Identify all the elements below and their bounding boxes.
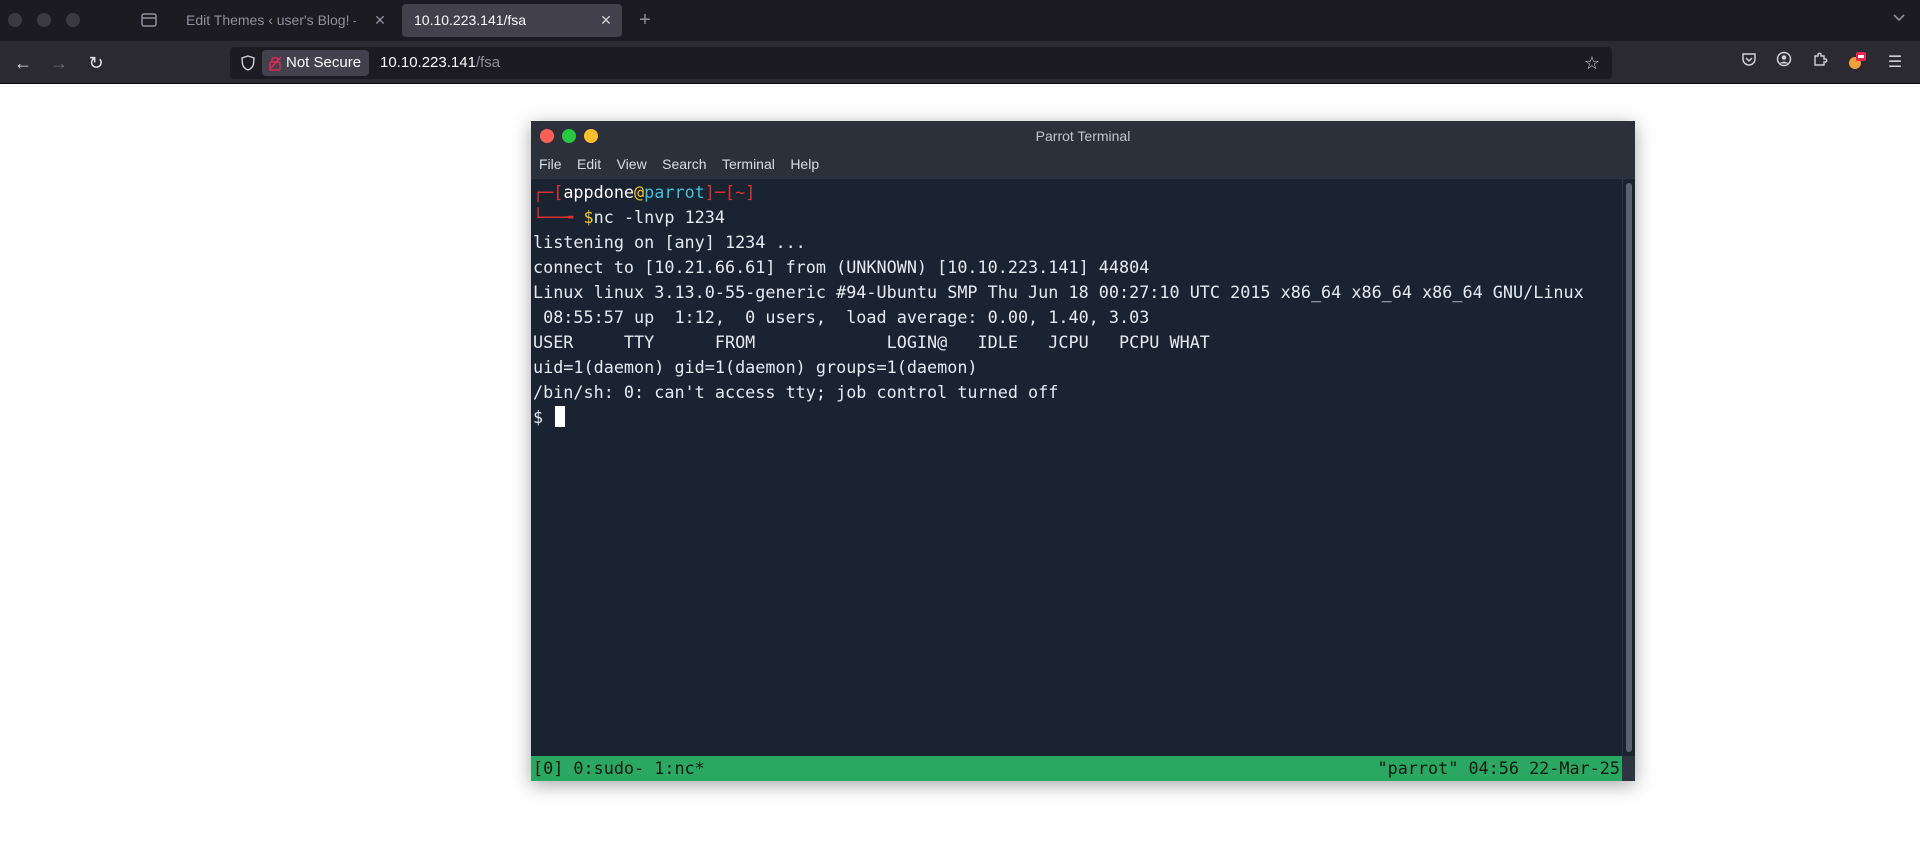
browser-nav-bar: ← → ↻ Not Secure 10.10.223.141/fsa ☆ ☰	[0, 41, 1920, 84]
window-maximize-dot[interactable]	[66, 13, 80, 27]
tab-title: Edit Themes ‹ user's Blog! —	[186, 12, 356, 28]
url-host: 10.10.223.141	[380, 54, 476, 71]
text-cursor	[555, 406, 566, 427]
output-line: listening on [any] 1234 ...	[533, 232, 806, 252]
back-arrow-icon[interactable]: ←	[11, 51, 35, 75]
output-line: USER TTY FROM LOGIN@ IDLE JCPU PCPU WHAT	[533, 332, 1210, 352]
prompt-separator: ]─[	[704, 182, 736, 202]
shell-prompt-line: $	[533, 405, 566, 430]
not-secure-label: Not Secure	[286, 54, 362, 71]
insecure-lock-icon	[268, 56, 282, 71]
new-tab-plus-icon[interactable]: +	[634, 8, 656, 32]
prompt-line: ┌─[appdone@parrot]─[~]	[533, 180, 755, 205]
prompt-bracket: ┌─[	[533, 182, 564, 202]
reload-icon[interactable]: ↻	[84, 51, 108, 75]
close-tab-icon[interactable]: ✕	[598, 4, 614, 37]
browser-tab-bar: Edit Themes ‹ user's Blog! — ✕ 10.10.223…	[0, 0, 1920, 41]
window-minimize-dot[interactable]	[37, 13, 51, 27]
app-menu-hamburger-icon[interactable]: ☰	[1883, 51, 1907, 75]
extensions-puzzle-icon[interactable]	[1808, 51, 1832, 75]
tab-edit-themes[interactable]: Edit Themes ‹ user's Blog! — ✕	[174, 4, 396, 37]
terminal-window: Parrot Terminal File Edit View Search Te…	[531, 121, 1635, 781]
prompt-arrow: └──╼	[533, 207, 584, 227]
prompt-dir: ~	[735, 182, 746, 202]
tmux-status-right: "parrot" 04:56 22-Mar-25	[1377, 758, 1620, 778]
prompt-at: @	[634, 182, 645, 202]
prompt-host: parrot	[644, 182, 705, 202]
not-secure-badge[interactable]: Not Secure	[262, 50, 370, 76]
prompt-user: appdone	[563, 182, 635, 202]
output-line: 08:55:57 up 1:12, 0 users, load average:…	[533, 307, 1150, 327]
shell-prompt: $	[533, 407, 554, 427]
tmux-status-bar: [0] 0:sudo- 1:nc* "parrot" 04:56 22-Mar-…	[531, 756, 1622, 781]
output-line: Linux linux 3.13.0-55-generic #94-Ubuntu…	[533, 282, 1584, 302]
prompt-dollar: $	[583, 207, 594, 227]
firefox-view-icon[interactable]	[140, 11, 158, 29]
menu-search[interactable]: Search	[662, 151, 706, 178]
url-text[interactable]: 10.10.223.141/fsa	[380, 47, 500, 79]
extension-badge-icon[interactable]	[1845, 51, 1869, 75]
menu-view[interactable]: View	[617, 151, 647, 178]
terminal-menu-bar: File Edit View Search Terminal Help	[531, 151, 1635, 178]
output-line: connect to [10.21.66.61] from (UNKNOWN) …	[533, 257, 1150, 277]
scrollbar-thumb[interactable]	[1626, 183, 1632, 752]
tmux-window-list: [0] 0:sudo- 1:nc*	[533, 758, 705, 778]
list-all-tabs-chevron-icon[interactable]	[1892, 10, 1906, 27]
terminal-scrollbar[interactable]	[1623, 179, 1635, 756]
command-text: nc -lnvp 1234	[593, 207, 725, 227]
tab-title: 10.10.223.141/fsa	[414, 12, 527, 28]
forward-arrow-icon[interactable]: →	[47, 51, 71, 75]
tab-fsa[interactable]: 10.10.223.141/fsa ✕	[402, 4, 622, 37]
pocket-icon[interactable]	[1737, 51, 1761, 75]
menu-edit[interactable]: Edit	[577, 151, 601, 178]
command-line: └──╼ $nc -lnvp 1234	[533, 205, 725, 230]
tracking-protection-shield-icon[interactable]	[240, 55, 256, 71]
account-icon[interactable]	[1772, 51, 1796, 75]
close-tab-icon[interactable]: ✕	[372, 4, 388, 37]
bookmark-star-icon[interactable]: ☆	[1580, 51, 1604, 75]
menu-help[interactable]: Help	[790, 151, 819, 178]
url-bar[interactable]: Not Secure 10.10.223.141/fsa ☆	[230, 47, 1612, 79]
prompt-bracket-close: ]	[745, 182, 756, 202]
terminal-output[interactable]: ┌─[appdone@parrot]─[~] └──╼ $nc -lnvp 12…	[531, 179, 1622, 756]
terminal-title-bar[interactable]: Parrot Terminal	[531, 121, 1635, 151]
menu-file[interactable]: File	[539, 151, 562, 178]
window-close-dot[interactable]	[8, 13, 22, 27]
output-line: uid=1(daemon) gid=1(daemon) groups=1(dae…	[533, 357, 978, 377]
url-path: /fsa	[475, 54, 501, 71]
terminal-title: Parrot Terminal	[1035, 128, 1131, 144]
menu-terminal[interactable]: Terminal	[722, 151, 775, 178]
output-line: /bin/sh: 0: can't access tty; job contro…	[533, 382, 1059, 402]
